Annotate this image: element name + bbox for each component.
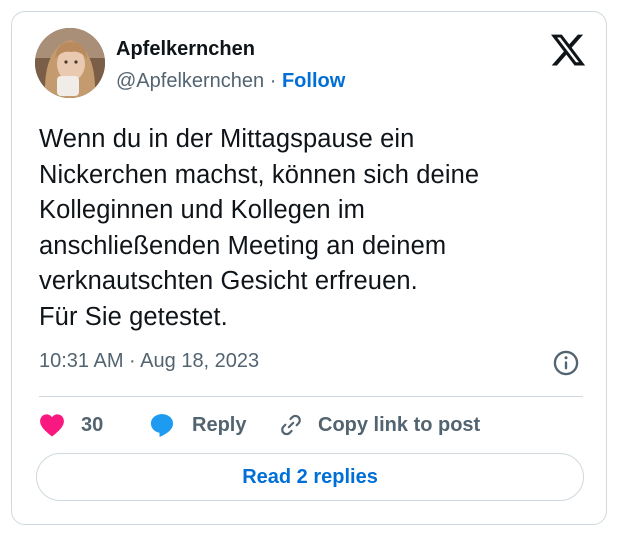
tweet-timestamp[interactable]: 10:31 AM · Aug 18, 2023 [39,350,259,373]
reply-label: Reply [192,413,247,436]
reply-button[interactable]: Reply [148,410,246,440]
heart-icon [40,414,64,437]
info-icon[interactable] [552,349,580,377]
like-button[interactable]: 30 [39,410,103,440]
link-icon [281,414,301,436]
avatar[interactable] [35,28,105,98]
speech-bubble-icon [150,414,174,437]
handle-row: @Apfelkernchen · Follow [116,70,345,93]
avatar-photo [35,28,105,98]
author-handle[interactable]: @Apfelkernchen [116,70,264,92]
tweet-text: Wenn du in der Mittagspause ein Nickerch… [39,125,480,331]
copy-link-label: Copy link to post [318,413,481,436]
author-name[interactable]: Apfelkernchen [116,38,255,61]
divider [39,396,583,397]
copy-link-button[interactable]: Copy link to post [278,410,480,440]
like-count: 30 [81,413,104,436]
tweet-card: Apfelkernchen @Apfelkernchen · Follow We… [11,11,607,525]
x-logo-icon[interactable] [549,31,587,69]
separator-dot: · [264,70,282,92]
read-replies-button[interactable]: Read 2 replies [36,453,584,501]
follow-link[interactable]: Follow [282,70,345,92]
